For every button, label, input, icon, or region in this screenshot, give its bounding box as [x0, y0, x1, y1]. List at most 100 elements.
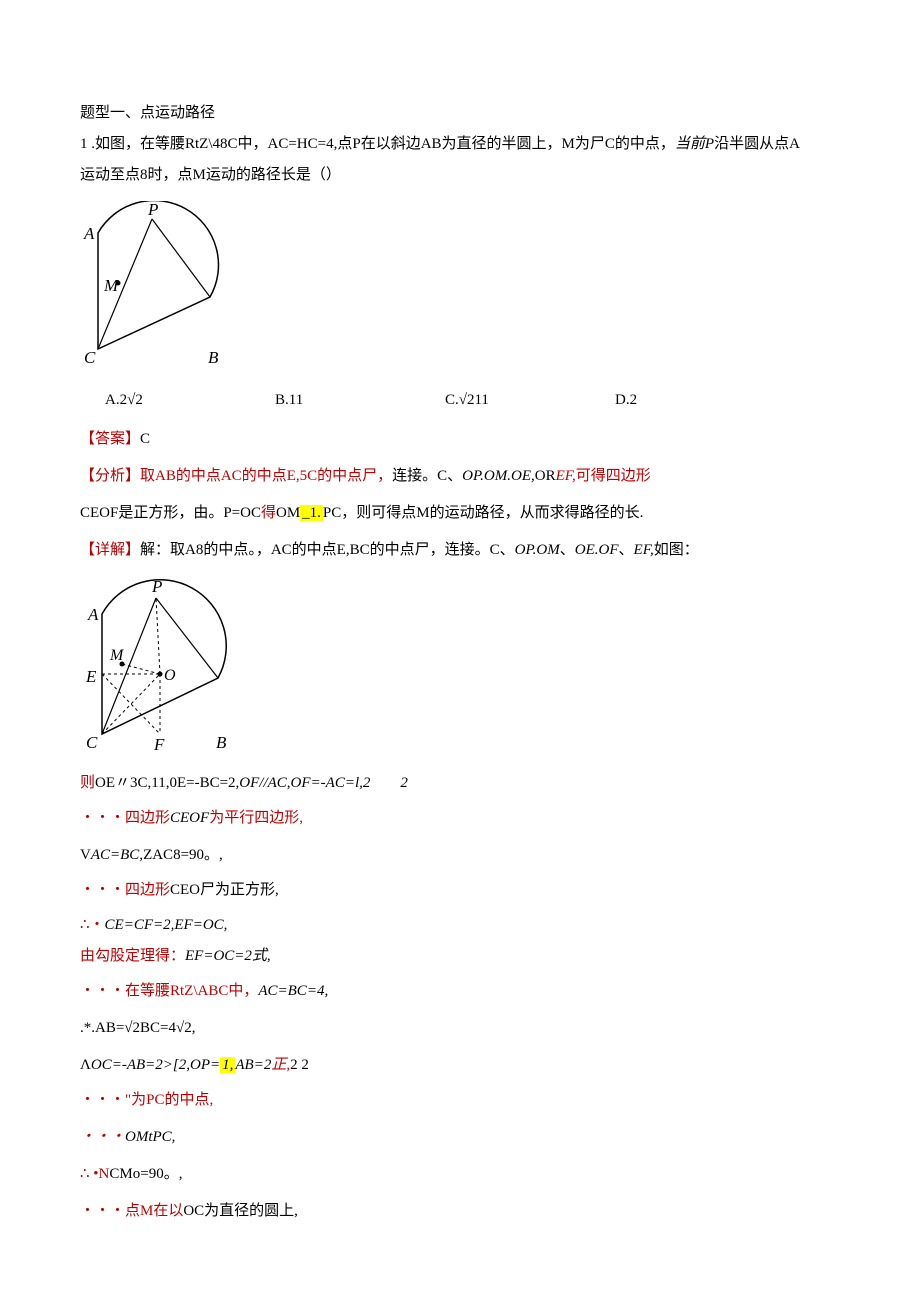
- analysis-t3: OP.OM.OE,: [462, 468, 535, 484]
- analysis-t2: 连接。C、: [392, 468, 462, 484]
- analysis2-d-hl: _1.: [300, 505, 323, 521]
- detail-a: 解：取A8的中点。，AC的中点E,BC的中点尸，连接。C、: [140, 542, 515, 558]
- svg-text:O: O: [164, 667, 176, 684]
- oe-e: 2: [400, 775, 408, 791]
- svg-text:C: C: [86, 733, 98, 752]
- figure-2: A P M O E C F B: [80, 576, 250, 756]
- svg-text:M: M: [109, 647, 125, 664]
- svg-text:F: F: [153, 735, 165, 754]
- ceof1-b: CEOF: [170, 810, 209, 826]
- stem-text-1: 1 .如图，在等腰RtZ\48C中，AC=HC=4,点P在以斜边AB为直径的半圆…: [80, 136, 675, 152]
- acbc-c: ZAC8=90。,: [143, 847, 223, 863]
- last-b: OC为直径的圆上,: [183, 1203, 298, 1219]
- line-ab: .*.AB=√2BC=4√2,: [80, 1015, 860, 1042]
- answer-line: 【答案】C: [80, 426, 860, 453]
- ceof1-a: ・・・四边形: [80, 810, 170, 826]
- line-ncmo: ∴ •NCMo=90。,: [80, 1161, 860, 1188]
- oe-c: OF//AC,OF=-AC=l,2: [239, 775, 370, 791]
- svg-text:B: B: [208, 348, 219, 367]
- answer-options: A.2√2 B.11 C.√211 D.2: [80, 387, 760, 414]
- option-a: A.2√2: [80, 387, 250, 414]
- ncmo-a: ∴ •N: [80, 1166, 109, 1182]
- svg-text:A: A: [87, 605, 99, 624]
- question-stem-line2: 运动至点8时，点M运动的路径长是（）: [80, 162, 860, 189]
- omtpc-b: OMtPC,: [125, 1129, 175, 1145]
- oc-c: AB=2: [235, 1057, 271, 1073]
- pc-a: ・・・"为PC的中点,: [80, 1092, 213, 1108]
- ab-text: .*.AB=√2BC=4√2,: [80, 1020, 195, 1036]
- svg-text:M: M: [103, 276, 119, 295]
- stem-text-1b: 沿半圆从点A: [714, 136, 800, 152]
- option-c: C.√211: [420, 387, 590, 414]
- diagram-semicircle-1: A P M C B: [80, 201, 240, 371]
- diagram-semicircle-2: A P M O E C F B: [80, 576, 250, 756]
- oe-a: 则: [80, 775, 95, 791]
- option-b: B.11: [250, 387, 420, 414]
- analysis-label: 【分析】: [80, 468, 140, 484]
- oc-hl: 1,: [220, 1057, 235, 1073]
- section-heading: 题型一、点运动路径: [80, 100, 860, 127]
- svg-text:P: P: [147, 201, 158, 219]
- line-pc: ・・・"为PC的中点,: [80, 1087, 860, 1114]
- ceof1-c: 为平行四边形,: [209, 810, 303, 826]
- ncmo-b: CMo=90。,: [109, 1166, 182, 1182]
- detail-e: 、: [619, 542, 634, 558]
- stem-em: 当前P: [675, 136, 714, 152]
- rtabc-a: ・・・在等腰RtZ\ABC中，: [80, 983, 258, 999]
- detail-line: 【详解】解：取A8的中点。，AC的中点E,BC的中点尸，连接。C、OP.OM、O…: [80, 537, 860, 564]
- detail-g: 如图：: [654, 542, 699, 558]
- svg-text:B: B: [216, 733, 227, 752]
- detail-b: OP.OM: [515, 542, 560, 558]
- analysis2-a: CEOF是正方形，由。P=OC: [80, 505, 261, 521]
- oc-b: OC=-AB=2>[2,OP=: [91, 1057, 220, 1073]
- acbc-b: AC=BC,: [91, 847, 143, 863]
- rtabc-b: AC=BC=4,: [258, 983, 328, 999]
- line-oc: ΛOC=-AB=2>[2,OP=1,AB=2正,2 2: [80, 1052, 860, 1079]
- ceof2-b: CEO尸为正方形,: [170, 882, 279, 898]
- analysis-line1: 【分析】取AB的中点AC的中点E,5C的中点尸，连接。C、OP.OM.OE,OR…: [80, 463, 860, 490]
- figure-1: A P M C B: [80, 201, 240, 371]
- detail-label: 【详解】: [80, 542, 140, 558]
- oc-a: Λ: [80, 1057, 91, 1073]
- option-d: D.2: [590, 387, 760, 414]
- answer-value: C: [140, 431, 150, 447]
- analysis-t1: 取AB的中点AC的中点E,5C的中点尸，: [140, 468, 392, 484]
- oc-e: 2 2: [290, 1057, 309, 1073]
- question-stem-line1: 1 .如图，在等腰RtZ\48C中，AC=HC=4,点P在以斜边AB为直径的半圆…: [80, 131, 860, 158]
- acbc-a: V: [80, 847, 91, 863]
- analysis2-c: OM: [276, 505, 300, 521]
- cecf-b: CE=CF=2,EF=OC,: [105, 917, 228, 933]
- line-acbc: VAC=BC,ZAC8=90。,: [80, 842, 860, 869]
- line-cecf: ∴・CE=CF=2,EF=OC,: [80, 912, 860, 939]
- svg-text:C: C: [84, 348, 96, 367]
- line-ceof2: ・・・四边形CEO尸为正方形,: [80, 877, 860, 904]
- analysis-line2: CEOF是正方形，由。P=OC得OM_1.PC，则可得点M的运动路径，从而求得路…: [80, 500, 860, 527]
- oc-d: 正,: [271, 1057, 290, 1073]
- line-gougu: 由勾股定理得：EF=OC=2式,: [80, 943, 860, 970]
- analysis2-b: 得: [261, 505, 276, 521]
- omtpc-a: ・・・: [80, 1129, 125, 1145]
- line-rtabc: ・・・在等腰RtZ\ABC中，AC=BC=4,: [80, 978, 860, 1005]
- svg-text:P: P: [151, 577, 162, 596]
- analysis-t6: 可得四边形: [576, 468, 651, 484]
- svg-text:A: A: [83, 224, 95, 243]
- line-omtpc: ・・・OMtPC,: [80, 1124, 860, 1151]
- line-ceof1: ・・・四边形CEOF为平行四边形,: [80, 805, 860, 832]
- detail-c: 、: [560, 542, 575, 558]
- detail-f: EF,: [634, 542, 654, 558]
- oe-d: [370, 775, 400, 791]
- svg-text:E: E: [85, 667, 97, 686]
- analysis-t5: EF,: [556, 468, 576, 484]
- answer-label: 【答案】: [80, 431, 140, 447]
- gougu-b: EF=OC=2式,: [185, 948, 271, 964]
- line-oe: 则OE〃3C,11,0E=-BC=2,OF//AC,OF=-AC=l,2 2: [80, 770, 860, 797]
- analysis2-e: PC，则可得点M的运动路径，从而求得路径的长.: [323, 505, 643, 521]
- ceof2-a: ・・・四边形: [80, 882, 170, 898]
- gougu-a: 由勾股定理得：: [80, 948, 185, 964]
- line-last: ・・・点M在以OC为直径的圆上,: [80, 1198, 860, 1225]
- analysis-t4: OR: [535, 468, 556, 484]
- cecf-a: ∴・: [80, 917, 105, 933]
- last-a: ・・・点M在以: [80, 1203, 183, 1219]
- detail-d: OE.OF: [575, 542, 619, 558]
- oe-b: OE〃3C,11,0E=-BC=2,: [95, 775, 239, 791]
